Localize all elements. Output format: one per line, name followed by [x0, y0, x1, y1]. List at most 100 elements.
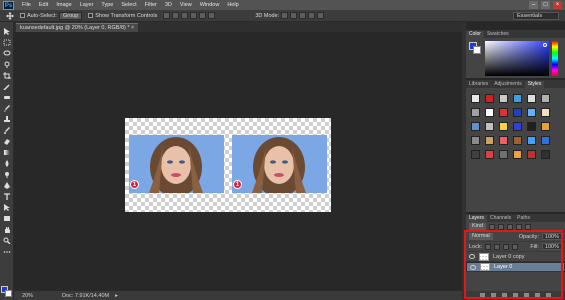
style-swatch[interactable] [471, 108, 480, 117]
menu-file[interactable]: File [22, 2, 31, 8]
filter-pixel-icon[interactable] [489, 223, 496, 230]
new-layer-icon[interactable] [535, 293, 540, 298]
layer-style-icon[interactable] [491, 293, 496, 298]
style-swatch[interactable] [471, 94, 480, 103]
move-tool[interactable] [3, 28, 11, 35]
style-swatch[interactable] [513, 136, 522, 145]
menu-type[interactable]: Type [101, 2, 113, 8]
style-swatch[interactable] [541, 122, 550, 131]
layer-kind-filter[interactable]: Kind [469, 223, 487, 230]
dodge-tool[interactable] [3, 171, 11, 178]
layer-row-layer-0-copy[interactable]: Layer 0 copy [466, 252, 565, 262]
style-swatch[interactable] [527, 136, 536, 145]
style-swatch[interactable] [485, 108, 494, 117]
style-swatch[interactable] [527, 94, 536, 103]
style-swatch[interactable] [499, 94, 508, 103]
maximize-button[interactable]: □ [541, 1, 550, 9]
style-swatch[interactable] [527, 108, 536, 117]
filter-shape-icon[interactable] [516, 223, 523, 230]
3d-drag-icon[interactable] [299, 12, 307, 19]
style-swatch[interactable] [471, 136, 480, 145]
tab-adjustments[interactable]: Adjustments [491, 81, 525, 88]
style-swatch[interactable] [527, 122, 536, 131]
quick-select-tool[interactable] [3, 61, 11, 68]
tab-libraries[interactable]: Libraries [466, 81, 491, 88]
lock-pixels-icon[interactable] [485, 243, 492, 250]
crop-tool[interactable] [3, 72, 11, 79]
move-tool-preset[interactable] [6, 11, 14, 20]
delete-layer-icon[interactable] [546, 293, 551, 298]
workspace-switcher[interactable]: Essentials [513, 12, 559, 20]
new-group-icon[interactable] [524, 293, 529, 298]
style-swatch[interactable] [485, 136, 494, 145]
visibility-eye-icon[interactable] [469, 254, 475, 259]
menu-view[interactable]: View [180, 2, 192, 8]
tab-layers[interactable]: Layers [466, 215, 488, 222]
style-swatch[interactable] [541, 94, 550, 103]
zoom-tool[interactable] [3, 237, 11, 244]
document-canvas[interactable]: 1 1 [125, 118, 331, 212]
filter-smart-icon[interactable] [525, 223, 532, 230]
portrait-image-left[interactable] [129, 135, 224, 193]
style-swatch[interactable] [541, 136, 550, 145]
style-swatch[interactable] [499, 108, 508, 117]
auto-select-checkbox[interactable] [20, 13, 25, 18]
3d-scale-icon[interactable] [317, 12, 325, 19]
style-swatch[interactable] [499, 136, 508, 145]
blend-mode-dropdown[interactable]: Normal [469, 233, 493, 240]
show-transform-checkbox[interactable] [88, 13, 94, 18]
color-bg-swatch[interactable] [473, 46, 481, 54]
fill-field[interactable]: 100% [541, 243, 562, 250]
healing-tool[interactable] [3, 94, 11, 101]
visibility-eye-icon[interactable] [470, 264, 476, 270]
3d-slide-icon[interactable] [308, 12, 316, 19]
more-tools[interactable] [3, 248, 11, 255]
close-button[interactable]: × [553, 1, 562, 9]
lock-position-icon[interactable] [503, 243, 510, 250]
status-menu-arrow[interactable]: ▸ [115, 293, 118, 299]
adjustment-layer-icon[interactable] [513, 293, 518, 298]
brush-tool[interactable] [3, 105, 11, 112]
type-tool[interactable] [3, 193, 11, 200]
tab-swatches[interactable]: Swatches [484, 31, 512, 38]
menu-edit[interactable]: Edit [39, 2, 48, 8]
canvas-workspace[interactable]: 1 1 [14, 32, 462, 290]
menu-help[interactable]: Help [227, 2, 238, 8]
portrait-image-right[interactable] [232, 135, 327, 193]
style-swatch[interactable] [499, 150, 508, 159]
opacity-field[interactable]: 100% [541, 233, 562, 240]
color-picker-marker[interactable] [543, 43, 547, 47]
style-swatch[interactable] [499, 122, 508, 131]
pen-tool[interactable] [3, 182, 11, 189]
style-swatch[interactable] [541, 150, 550, 159]
lock-image-icon[interactable] [494, 243, 501, 250]
gradient-tool[interactable] [3, 149, 11, 156]
tab-styles[interactable]: Styles [524, 81, 545, 88]
document-tab[interactable]: kuansedefault.jpg @ 20% (Layer 0, RGB/8)… [16, 23, 139, 32]
minimize-button[interactable]: – [529, 1, 538, 9]
3d-rotate-icon[interactable] [281, 12, 289, 19]
add-mask-icon[interactable] [502, 293, 507, 298]
marquee-tool[interactable] [3, 39, 11, 46]
tab-paths[interactable]: Paths [514, 215, 533, 222]
background-color-swatch[interactable] [5, 290, 12, 297]
style-swatch[interactable] [485, 122, 494, 131]
menu-select[interactable]: Select [121, 2, 136, 8]
style-swatch[interactable] [485, 150, 494, 159]
style-swatch[interactable] [513, 108, 522, 117]
filter-adjustment-icon[interactable] [498, 223, 505, 230]
align-right-icon[interactable] [208, 12, 216, 19]
filter-type-icon[interactable] [507, 223, 514, 230]
layer-row-layer-0[interactable]: Layer 0 [466, 262, 565, 272]
menu-window[interactable]: Window [200, 2, 220, 8]
style-swatch[interactable] [513, 94, 522, 103]
menu-filter[interactable]: Filter [145, 2, 157, 8]
eraser-tool[interactable] [3, 138, 11, 145]
zoom-level[interactable]: 20% [22, 293, 42, 299]
menu-3d[interactable]: 3D [165, 2, 172, 8]
style-swatch[interactable] [471, 122, 480, 131]
style-swatch[interactable] [513, 122, 522, 131]
menu-image[interactable]: Image [56, 2, 71, 8]
3d-roll-icon[interactable] [290, 12, 298, 19]
shape-tool[interactable] [3, 215, 11, 222]
